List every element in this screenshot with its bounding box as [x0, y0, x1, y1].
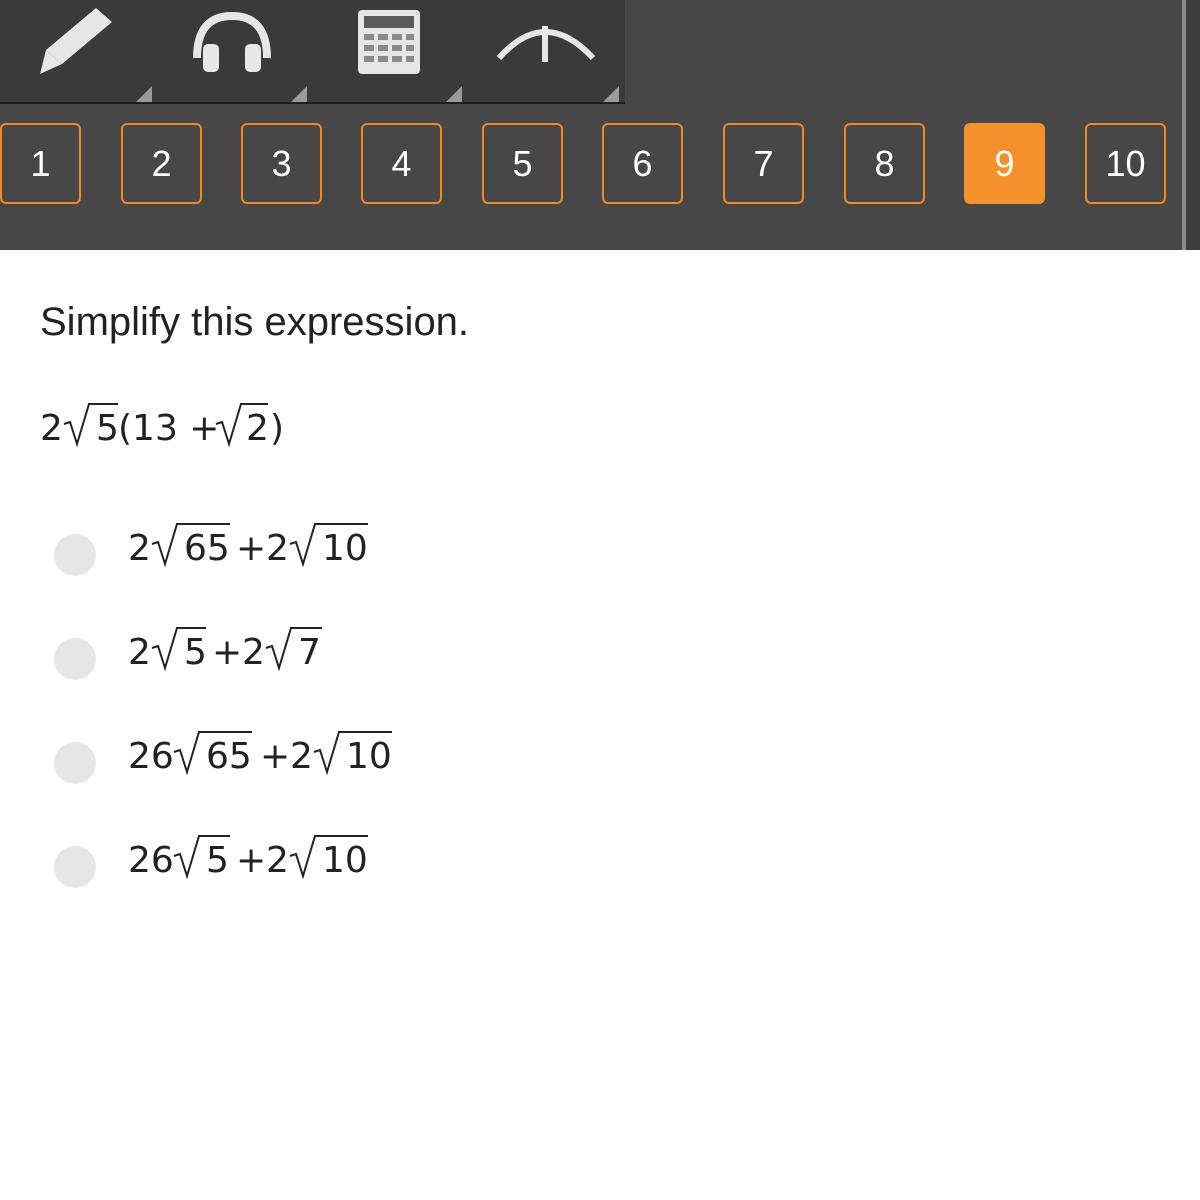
answer-choice-2[interactable]: 2 5 + 2 7 — [50, 627, 650, 708]
scrollbar-edge[interactable] — [1182, 0, 1200, 250]
expr-radicand-2: 2 — [246, 408, 269, 449]
radio-button[interactable] — [54, 638, 96, 680]
calculator-tool-button[interactable] — [310, 0, 465, 104]
choice-term-b-coef: 2 — [266, 528, 289, 569]
choice-operator: + — [236, 840, 266, 881]
top-toolbar: 1 2 3 4 5 6 7 8 9 10 — [0, 0, 1200, 250]
expr-radicand: 5 — [96, 408, 119, 449]
headphones-icon — [193, 11, 271, 72]
answer-choice-3[interactable]: 26 65 + 2 10 — [50, 731, 650, 812]
compass-icon — [496, 26, 596, 62]
answer-choice-4[interactable]: 26 5 + 2 10 — [50, 835, 650, 916]
question-prompt: Simplify this expression. — [40, 300, 470, 344]
headphones-tool-button[interactable] — [155, 0, 310, 104]
expr-coefficient: 2 — [40, 408, 63, 449]
expr-paren-open: (13 + — [118, 408, 219, 449]
choice-term-b-rad: 10 — [346, 736, 392, 777]
compass-tool-button[interactable] — [465, 0, 620, 104]
choice-term-a-rad: 65 — [206, 736, 252, 777]
choice-operator: + — [236, 528, 266, 569]
choice-operator: + — [260, 736, 290, 777]
radio-button[interactable] — [54, 534, 96, 576]
choice-term-b-coef: 2 — [266, 840, 289, 881]
pencil-tool-button[interactable] — [0, 0, 155, 104]
choice-term-b-coef: 2 — [242, 632, 265, 673]
pencil-icon — [40, 8, 112, 74]
question-expression: 2 5 (13 + 2 ) — [40, 400, 440, 465]
question-button-1[interactable]: 1 — [0, 123, 81, 204]
question-button-2[interactable]: 2 — [121, 123, 202, 204]
question-button-7[interactable]: 7 — [723, 123, 804, 204]
expr-paren-close: ) — [270, 408, 284, 449]
choice-term-b-rad: 7 — [298, 632, 321, 673]
question-button-4[interactable]: 4 — [361, 123, 442, 204]
choice-term-a-coef: 26 — [128, 736, 174, 777]
choice-term-b-rad: 10 — [322, 528, 368, 569]
question-button-10[interactable]: 10 — [1085, 123, 1166, 204]
choice-term-a-coef: 2 — [128, 632, 151, 673]
question-navigator: 1 2 3 4 5 6 7 8 9 10 — [0, 123, 1180, 205]
question-button-3[interactable]: 3 — [241, 123, 322, 204]
choice-operator: + — [212, 632, 242, 673]
calculator-icon — [358, 10, 420, 74]
tool-strip — [0, 0, 625, 104]
question-button-6[interactable]: 6 — [602, 123, 683, 204]
choice-term-a-rad: 5 — [184, 632, 207, 673]
choice-term-b-coef: 2 — [290, 736, 313, 777]
radio-button[interactable] — [54, 742, 96, 784]
choice-term-b-rad: 10 — [322, 840, 368, 881]
question-button-5[interactable]: 5 — [482, 123, 563, 204]
choice-term-a-coef: 2 — [128, 528, 151, 569]
question-button-8[interactable]: 8 — [844, 123, 925, 204]
answer-choice-1[interactable]: 2 65 + 2 10 — [50, 523, 650, 604]
choice-term-a-rad: 65 — [184, 528, 230, 569]
choice-term-a-coef: 26 — [128, 840, 174, 881]
radio-button[interactable] — [54, 846, 96, 888]
question-button-9[interactable]: 9 — [964, 123, 1045, 204]
choice-term-a-rad: 5 — [206, 840, 229, 881]
